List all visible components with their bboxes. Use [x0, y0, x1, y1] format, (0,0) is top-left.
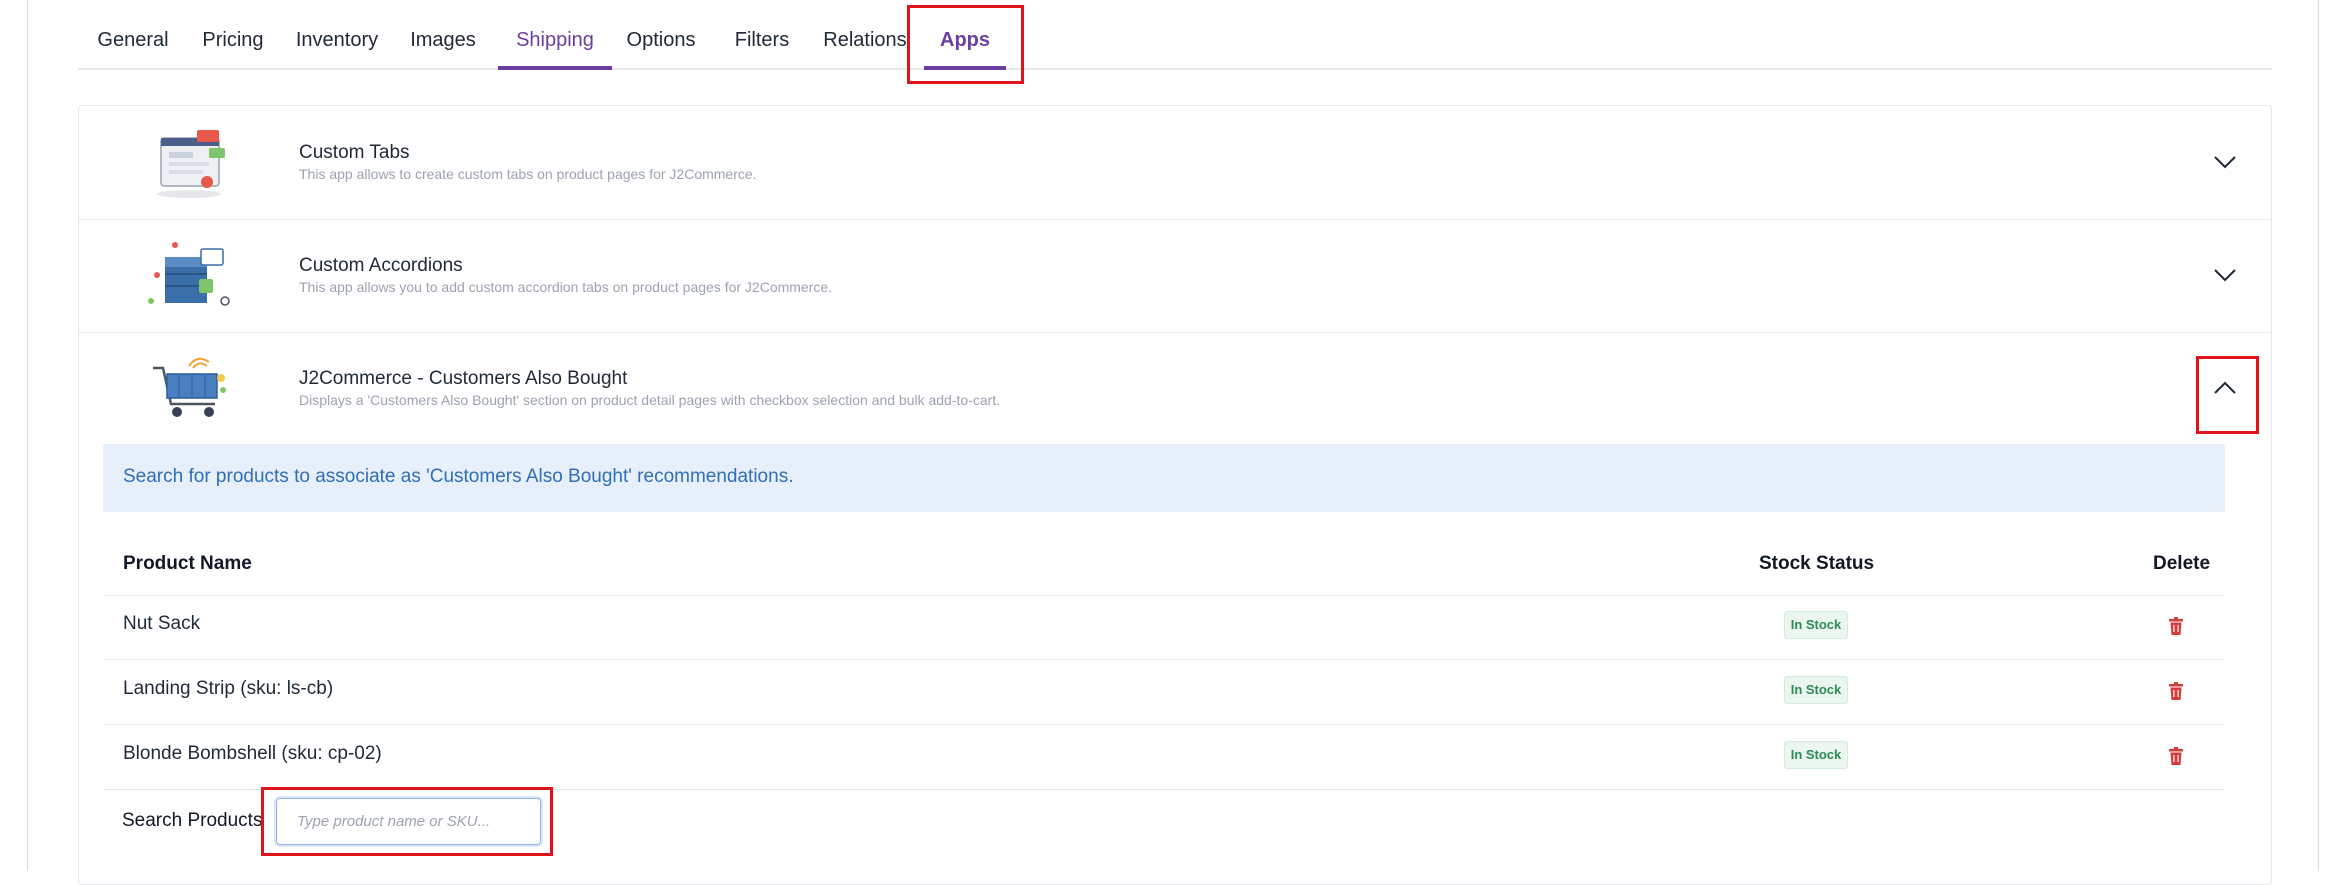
app-description: This app allows to create custom tabs on…: [299, 166, 757, 182]
apps-panel: Custom Tabs This app allows to create cu…: [78, 105, 2272, 885]
product-name: Landing Strip (sku: ls-cb): [123, 678, 334, 699]
stock-badge: In Stock: [1784, 611, 1848, 639]
app-description: Displays a 'Customers Also Bought' secti…: [299, 392, 1001, 408]
tab-general[interactable]: General: [96, 0, 170, 68]
tab-images[interactable]: Images: [408, 0, 478, 68]
trash-icon[interactable]: [2169, 682, 2183, 700]
chevron-down-icon[interactable]: [2207, 257, 2243, 293]
table-header: Product Name Stock Status Delete: [103, 531, 2225, 596]
chevron-up-icon[interactable]: [2207, 370, 2243, 406]
info-message: Search for products to associate as 'Cus…: [123, 466, 794, 487]
app-description: This app allows you to add custom accord…: [299, 279, 833, 295]
tab-shipping[interactable]: Shipping: [498, 0, 612, 70]
app-title: Custom Accordions: [299, 255, 463, 276]
tab-filters[interactable]: Filters: [730, 0, 794, 68]
tab-bar: General Pricing Inventory Images Shippin…: [78, 0, 2272, 70]
search-products-input[interactable]: [276, 798, 541, 845]
custom-accordions-icon: [148, 242, 230, 306]
page-border-left: [27, 0, 28, 871]
app-row-customers-also-bought[interactable]: J2Commerce - Customers Also Bought Displ…: [79, 332, 2271, 445]
tab-relations[interactable]: Relations: [820, 0, 910, 68]
search-products-label: Search Products: [122, 810, 263, 831]
app-row-custom-accordions[interactable]: Custom Accordions This app allows you to…: [79, 219, 2271, 333]
page-border-right: [2318, 0, 2319, 871]
header-product-name: Product Name: [123, 553, 252, 574]
stock-badge: In Stock: [1784, 741, 1848, 769]
product-name: Nut Sack: [123, 613, 201, 634]
table-row: Nut Sack In Stock: [103, 595, 2225, 660]
header-delete: Delete: [2153, 553, 2211, 574]
app-row-custom-tabs[interactable]: Custom Tabs This app allows to create cu…: [79, 106, 2271, 220]
tab-apps[interactable]: Apps: [924, 0, 1006, 70]
tab-inventory[interactable]: Inventory: [294, 0, 380, 68]
product-name: Blonde Bombshell (sku: cp-02): [123, 743, 382, 764]
trash-icon[interactable]: [2169, 747, 2183, 765]
tab-options[interactable]: Options: [624, 0, 698, 68]
chevron-down-icon[interactable]: [2207, 144, 2243, 180]
custom-tabs-icon: [157, 130, 225, 198]
app-title: J2Commerce - Customers Also Bought: [299, 368, 628, 389]
app-title: Custom Tabs: [299, 142, 410, 163]
tab-pricing[interactable]: Pricing: [198, 0, 268, 68]
header-stock-status: Stock Status: [1759, 553, 1875, 574]
table-row: Landing Strip (sku: ls-cb) In Stock: [103, 660, 2225, 725]
table-row: Blonde Bombshell (sku: cp-02) In Stock: [103, 725, 2225, 790]
trash-icon[interactable]: [2169, 617, 2183, 635]
shopping-cart-icon: [153, 357, 226, 417]
stock-badge: In Stock: [1784, 676, 1848, 704]
info-banner: Search for products to associate as 'Cus…: [103, 444, 2225, 512]
